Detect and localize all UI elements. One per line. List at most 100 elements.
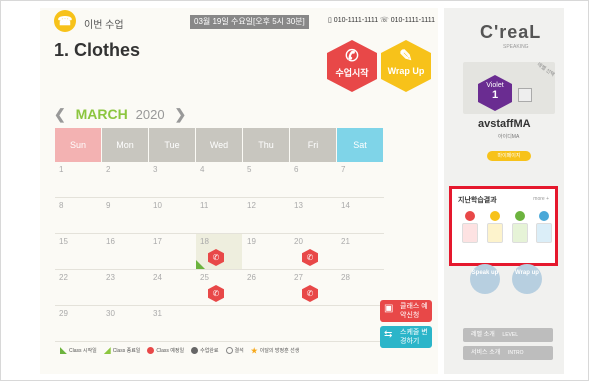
pencil-icon: ✎: [399, 48, 413, 65]
level-name: Violet: [486, 82, 504, 89]
result-bottle-red[interactable]: [462, 211, 478, 243]
result-bottle-blue[interactable]: [536, 211, 552, 243]
wrap-up-result-button[interactable]: Wrap up: [512, 264, 542, 294]
prev-month-icon[interactable]: ❮: [54, 106, 66, 122]
day-cell[interactable]: 5: [243, 162, 289, 197]
day-header-fri: Fri: [290, 128, 336, 162]
phone-number-2: ☏ 010-1111-1111: [380, 17, 436, 24]
result-bottle-green[interactable]: [512, 211, 528, 243]
brand-logo-sub: SPEAKING: [503, 44, 529, 50]
service-intro-label: 서비스 소개: [471, 350, 501, 356]
level-number: 1: [491, 89, 499, 101]
day-cell[interactable]: 24: [149, 270, 195, 305]
day-cell[interactable]: 7: [337, 162, 383, 197]
day-cell[interactable]: 26: [243, 270, 289, 305]
day-cell[interactable]: 13: [290, 198, 336, 233]
phone-icon: ☎: [54, 10, 76, 32]
star-icon: [250, 347, 258, 354]
end-triangle-icon: [103, 347, 111, 355]
level-intro-button[interactable]: 레벨 소개 LEVEL: [463, 328, 553, 342]
scheduled-hex-icon: [147, 347, 155, 355]
schedule-change-label: 스케줄 변경하기: [400, 329, 428, 345]
month-nav: ❮ MARCH 2020 ❯: [54, 106, 186, 123]
day-header-thu: Thu: [243, 128, 289, 162]
day-header-tue: Tue: [149, 128, 195, 162]
calendar-legend: Class 시작일 Class 종료일 Class 예정일 수업완료 결석 이달…: [60, 347, 306, 355]
service-intro-button[interactable]: 서비스 소개 INTRO: [463, 346, 553, 360]
speak-up-button[interactable]: Speak up: [470, 264, 500, 294]
day-header-sat: Sat: [337, 128, 383, 162]
username: avstaffMA: [478, 118, 531, 130]
day-cell[interactable]: 9: [102, 198, 148, 233]
calendar-week: 8 9 10 11 12 13 14: [55, 198, 384, 234]
legend-item: Class 시작일: [60, 347, 97, 355]
brand-logo[interactable]: C'reaL: [480, 22, 541, 43]
past-results-more-link[interactable]: more +: [533, 196, 549, 202]
day-header-mon: Mon: [102, 128, 148, 162]
next-month-icon[interactable]: ❯: [174, 106, 186, 122]
day-cell[interactable]: 8: [55, 198, 101, 233]
username-sub: 아이디MA: [498, 134, 520, 140]
level-intro-label: 레벨 소개: [471, 332, 495, 338]
day-cell[interactable]: 17: [149, 234, 195, 269]
day-cell[interactable]: 25 ✆: [196, 270, 242, 305]
day-cell: [196, 306, 242, 341]
past-results-title: 지난학습결과: [458, 197, 497, 204]
service-intro-en: INTRO: [507, 350, 524, 356]
class-reservation-button[interactable]: ▣ 클래스 예약신청: [380, 300, 432, 322]
phone-number-1: ▯ 010-1111-1111: [328, 17, 379, 24]
day-cell[interactable]: 10: [149, 198, 195, 233]
day-cell[interactable]: 6: [290, 162, 336, 197]
calendar-check-icon: ▣: [384, 303, 394, 314]
day-cell[interactable]: 14: [337, 198, 383, 233]
day-cell[interactable]: 16: [102, 234, 148, 269]
calendar-week: 1 2 3 4 5 6 7: [55, 162, 384, 198]
class-scheduled-icon[interactable]: ✆: [208, 249, 224, 266]
absent-icon: [225, 347, 233, 355]
month-name: MARCH: [75, 106, 128, 122]
day-header-sun: Sun: [55, 128, 101, 162]
day-cell[interactable]: 31: [149, 306, 195, 341]
day-header-wed: Wed: [196, 128, 242, 162]
day-cell[interactable]: 2: [102, 162, 148, 197]
day-cell[interactable]: 15: [55, 234, 101, 269]
day-cell: [243, 306, 289, 341]
result-bottle-yellow[interactable]: [487, 211, 503, 243]
legend-item: 수업완료: [191, 347, 219, 355]
legend-item: 이달의 방정훈 선생: [250, 347, 299, 354]
lesson-label: 이번 수업: [84, 20, 124, 31]
day-cell: [337, 306, 383, 341]
day-cell[interactable]: 1: [55, 162, 101, 197]
day-cell[interactable]: 12: [243, 198, 289, 233]
schedule-change-button[interactable]: ⇆ 스케줄 변경하기: [380, 326, 432, 348]
start-class-label: 수업시작: [335, 68, 369, 78]
class-scheduled-icon[interactable]: ✆: [208, 285, 224, 302]
class-scheduled-icon[interactable]: ✆: [302, 285, 318, 302]
day-cell[interactable]: 30: [102, 306, 148, 341]
day-cell[interactable]: 19: [243, 234, 289, 269]
day-cell[interactable]: 29: [55, 306, 101, 341]
day-cell[interactable]: 27 ✆: [290, 270, 336, 305]
legend-item: 결석: [225, 347, 244, 355]
lock-icon: [518, 88, 532, 102]
phone-icon: ✆: [345, 48, 359, 65]
day-cell[interactable]: 22: [55, 270, 101, 305]
mypage-button[interactable]: 마이페이지: [487, 151, 531, 161]
day-cell[interactable]: 3: [149, 162, 195, 197]
day-cell[interactable]: 28: [337, 270, 383, 305]
day-cell[interactable]: 23: [102, 270, 148, 305]
day-cell-today[interactable]: 18 ✆: [196, 234, 242, 269]
day-cell[interactable]: 21: [337, 234, 383, 269]
day-cell[interactable]: 4: [196, 162, 242, 197]
class-start-marker: [196, 260, 205, 269]
class-scheduled-icon[interactable]: ✆: [302, 249, 318, 266]
swap-icon: ⇆: [384, 329, 393, 340]
legend-item: Class 종료일: [103, 347, 140, 355]
day-cell[interactable]: 20 ✆: [290, 234, 336, 269]
completed-icon: [191, 347, 199, 355]
day-cell: [290, 306, 336, 341]
lesson-datetime: 03월 19일 수요일[오후 5시 30분]: [190, 15, 309, 29]
calendar-week: 22 23 24 25 ✆ 26 27 ✆ 28: [55, 270, 384, 306]
lesson-title: 1. Clothes: [54, 40, 141, 60]
day-cell[interactable]: 11: [196, 198, 242, 233]
